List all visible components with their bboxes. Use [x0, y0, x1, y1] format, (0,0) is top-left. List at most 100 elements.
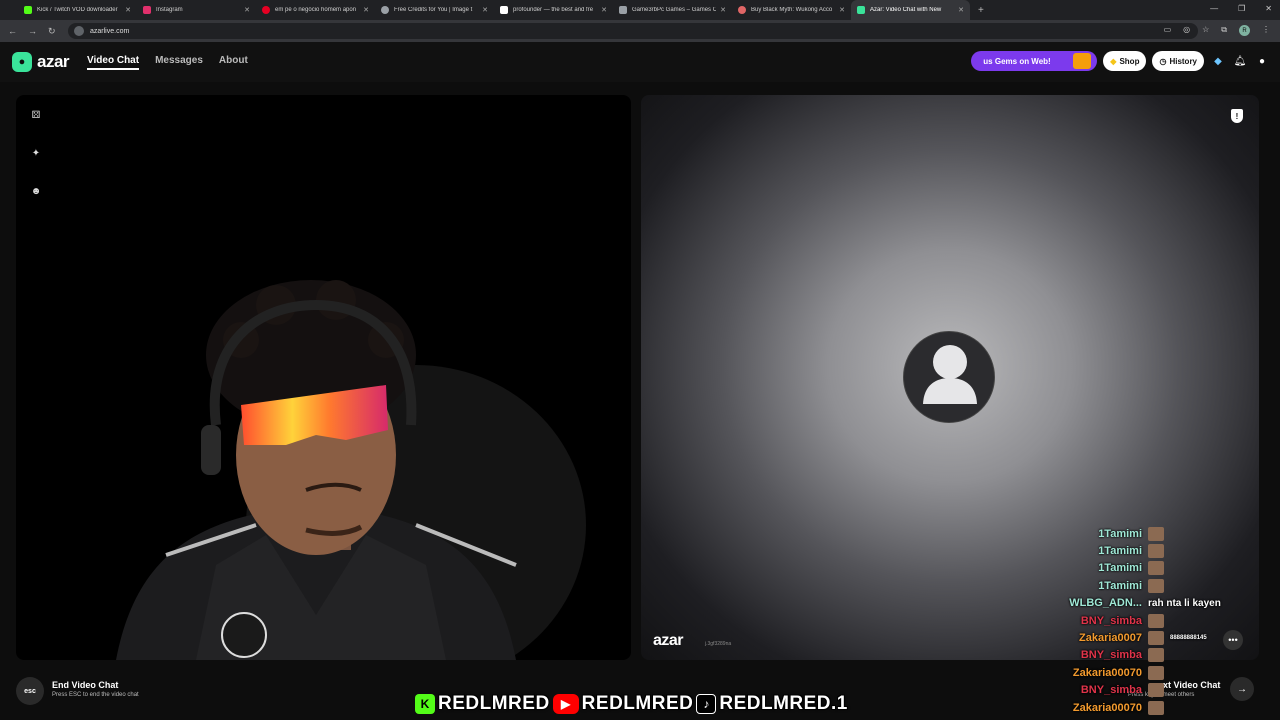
chat-username: BNY_simba: [1080, 614, 1142, 627]
tab-title: em pé o negócio homem apon: [275, 7, 357, 13]
user-profile-icon[interactable]: ●: [1254, 53, 1270, 69]
back-icon[interactable]: ←: [8, 26, 20, 36]
emote-icon: [1148, 613, 1164, 628]
nav-about[interactable]: About: [219, 55, 248, 70]
game-favicon-icon: [619, 6, 627, 14]
browser-tab[interactable]: Game3rbPc Games – Games Or ✕: [613, 0, 732, 20]
instagram-favicon-icon: [143, 6, 151, 14]
chat-username: WLBG_ADN...: [1069, 597, 1142, 610]
browser-tab[interactable]: Free Credits for You | Image t ✕: [375, 0, 494, 20]
bell-icon[interactable]: 🔔︎: [1232, 53, 1248, 69]
emote-icon: [1148, 700, 1164, 715]
browser-menu-icon[interactable]: ⋮: [1262, 25, 1270, 36]
chat-message: BNY_simba: [1040, 647, 1280, 664]
new-tab-icon[interactable]: +: [978, 5, 984, 16]
tab-title: Free Credits for You | Image t: [394, 7, 473, 13]
profile-avatar[interactable]: R: [1239, 25, 1250, 36]
end-video-chat-title: End Video Chat: [52, 680, 119, 690]
chat-message: WLBG_ADN... rah nta li kayen: [1040, 595, 1280, 612]
emote-icon: [1148, 665, 1164, 680]
chat-message: Zakaria00070: [1040, 699, 1280, 716]
tab-title: Buy Black Myth: Wukong Acco: [751, 7, 833, 13]
chat-username: 1Tamimi: [1098, 562, 1142, 575]
end-video-chat-hint: Press ESC to end the video chat: [52, 692, 139, 698]
tiktok-icon: ♪: [696, 694, 717, 714]
window-controls: — ❐ ✕: [1210, 4, 1272, 13]
emote-icon: [1148, 526, 1164, 541]
url-field[interactable]: azarlive.com: [68, 23, 1198, 39]
report-shield-icon[interactable]: !: [1231, 109, 1243, 123]
kick-handle: REDLMRED: [438, 693, 550, 714]
dice-icon[interactable]: ⚄: [30, 109, 42, 121]
forward-icon[interactable]: →: [28, 26, 40, 36]
close-window-icon[interactable]: ✕: [1265, 4, 1272, 13]
kick-icon: K: [415, 694, 435, 714]
browser-tab[interactable]: Kick / Twitch VOD downloader ✕: [18, 0, 137, 20]
chat-message: Zakaria00070: [1040, 664, 1280, 681]
chat-message: 1Tamimi: [1040, 577, 1280, 594]
browser-tab[interactable]: profounder — the best and fre ✕: [494, 0, 613, 20]
main-nav: Video Chat Messages About: [87, 55, 248, 70]
close-tab-icon[interactable]: ✕: [125, 6, 131, 14]
magic-wand-icon[interactable]: ✦: [30, 147, 42, 159]
eye-off-icon[interactable]: ◎: [1183, 25, 1190, 36]
close-tab-icon[interactable]: ✕: [363, 6, 369, 14]
emote-icon: [1148, 544, 1164, 559]
browser-tab-strip: Kick / Twitch VOD downloader ✕ Instagram ✕…: [0, 0, 1280, 20]
shop-button[interactable]: ◆ Shop: [1103, 51, 1147, 71]
remote-user-avatar: [903, 331, 995, 423]
browser-tab[interactable]: em pé o negócio homem apon ✕: [256, 0, 375, 20]
logo-mark-icon: ●: [12, 52, 32, 72]
azar-logo[interactable]: ● azar: [12, 52, 70, 72]
chat-username: Zakaria0007: [1079, 632, 1142, 645]
chat-message: Zakaria0007 88888888145: [1040, 629, 1280, 646]
gem-icon: ◆: [1110, 56, 1117, 66]
tab-title: Kick / Twitch VOD downloader: [37, 7, 118, 13]
azar-favicon-icon: [857, 6, 865, 14]
local-video-panel: ⚄ ✦ ☻: [16, 95, 631, 660]
close-tab-icon[interactable]: ✕: [958, 6, 964, 14]
chat-message: BNY_simba: [1040, 682, 1280, 699]
emote-icon: [1148, 578, 1164, 593]
close-tab-icon[interactable]: ✕: [244, 6, 250, 14]
face-filter-icon[interactable]: ☻: [30, 185, 42, 197]
tiktok-handle: REDLMRED.1: [719, 693, 848, 714]
logo-text: azar: [37, 52, 70, 71]
stream-chat-overlay: 1Tamimi 1Tamimi 1Tamimi 1Tamimi WLBG_ADN…: [1040, 525, 1280, 716]
watermark-id: j.3gf3289na: [705, 641, 732, 647]
close-tab-icon[interactable]: ✕: [601, 6, 607, 14]
chat-text: rah nta li kayen: [1148, 597, 1221, 609]
gems-promo-button[interactable]: us Gems on Web!: [971, 51, 1098, 71]
close-tab-icon[interactable]: ✕: [839, 6, 845, 14]
chat-username: Zakaria00070: [1072, 666, 1142, 679]
browser-tab-active[interactable]: Azar: Video Chat with New ✕: [851, 0, 970, 20]
social-handles-banner: K REDLMRED ▶ REDLMRED ♪ REDLMRED.1: [415, 692, 848, 716]
maximize-icon[interactable]: ❐: [1238, 4, 1245, 13]
globe-favicon-icon: [381, 6, 389, 14]
profounder-favicon-icon: [500, 6, 508, 14]
youtube-icon: ▶: [552, 694, 579, 714]
emote-icon: [1148, 631, 1164, 646]
app-header: ● azar Video Chat Messages About us Gems…: [0, 42, 1280, 82]
nav-messages[interactable]: Messages: [155, 55, 203, 70]
reload-icon[interactable]: ↻: [48, 26, 60, 37]
close-tab-icon[interactable]: ✕: [482, 6, 488, 14]
extensions-icon[interactable]: ⧉: [1221, 25, 1227, 36]
site-info-icon[interactable]: [74, 26, 84, 36]
emote-icon: [1148, 561, 1164, 576]
browser-tab[interactable]: Buy Black Myth: Wukong Acco ✕: [732, 0, 851, 20]
history-button[interactable]: ◷ History: [1152, 51, 1204, 71]
streamer-camera-feed: [116, 280, 586, 660]
browser-tab[interactable]: Instagram ✕: [137, 0, 256, 20]
close-tab-icon[interactable]: ✕: [720, 6, 726, 14]
minimize-icon[interactable]: —: [1210, 4, 1218, 13]
chat-username: Zakaria00070: [1072, 701, 1142, 714]
gem-balance-icon[interactable]: ◆: [1210, 53, 1226, 69]
cast-icon[interactable]: ▭: [1164, 25, 1172, 36]
nav-video-chat[interactable]: Video Chat: [87, 55, 140, 70]
esc-key-button[interactable]: esc: [16, 677, 44, 705]
gems-promo-label: us Gems on Web!: [983, 56, 1051, 66]
bookmark-star-icon[interactable]: ☆: [1202, 25, 1209, 36]
clock-icon: ◷: [1159, 56, 1167, 66]
shop-favicon-icon: [738, 6, 746, 14]
